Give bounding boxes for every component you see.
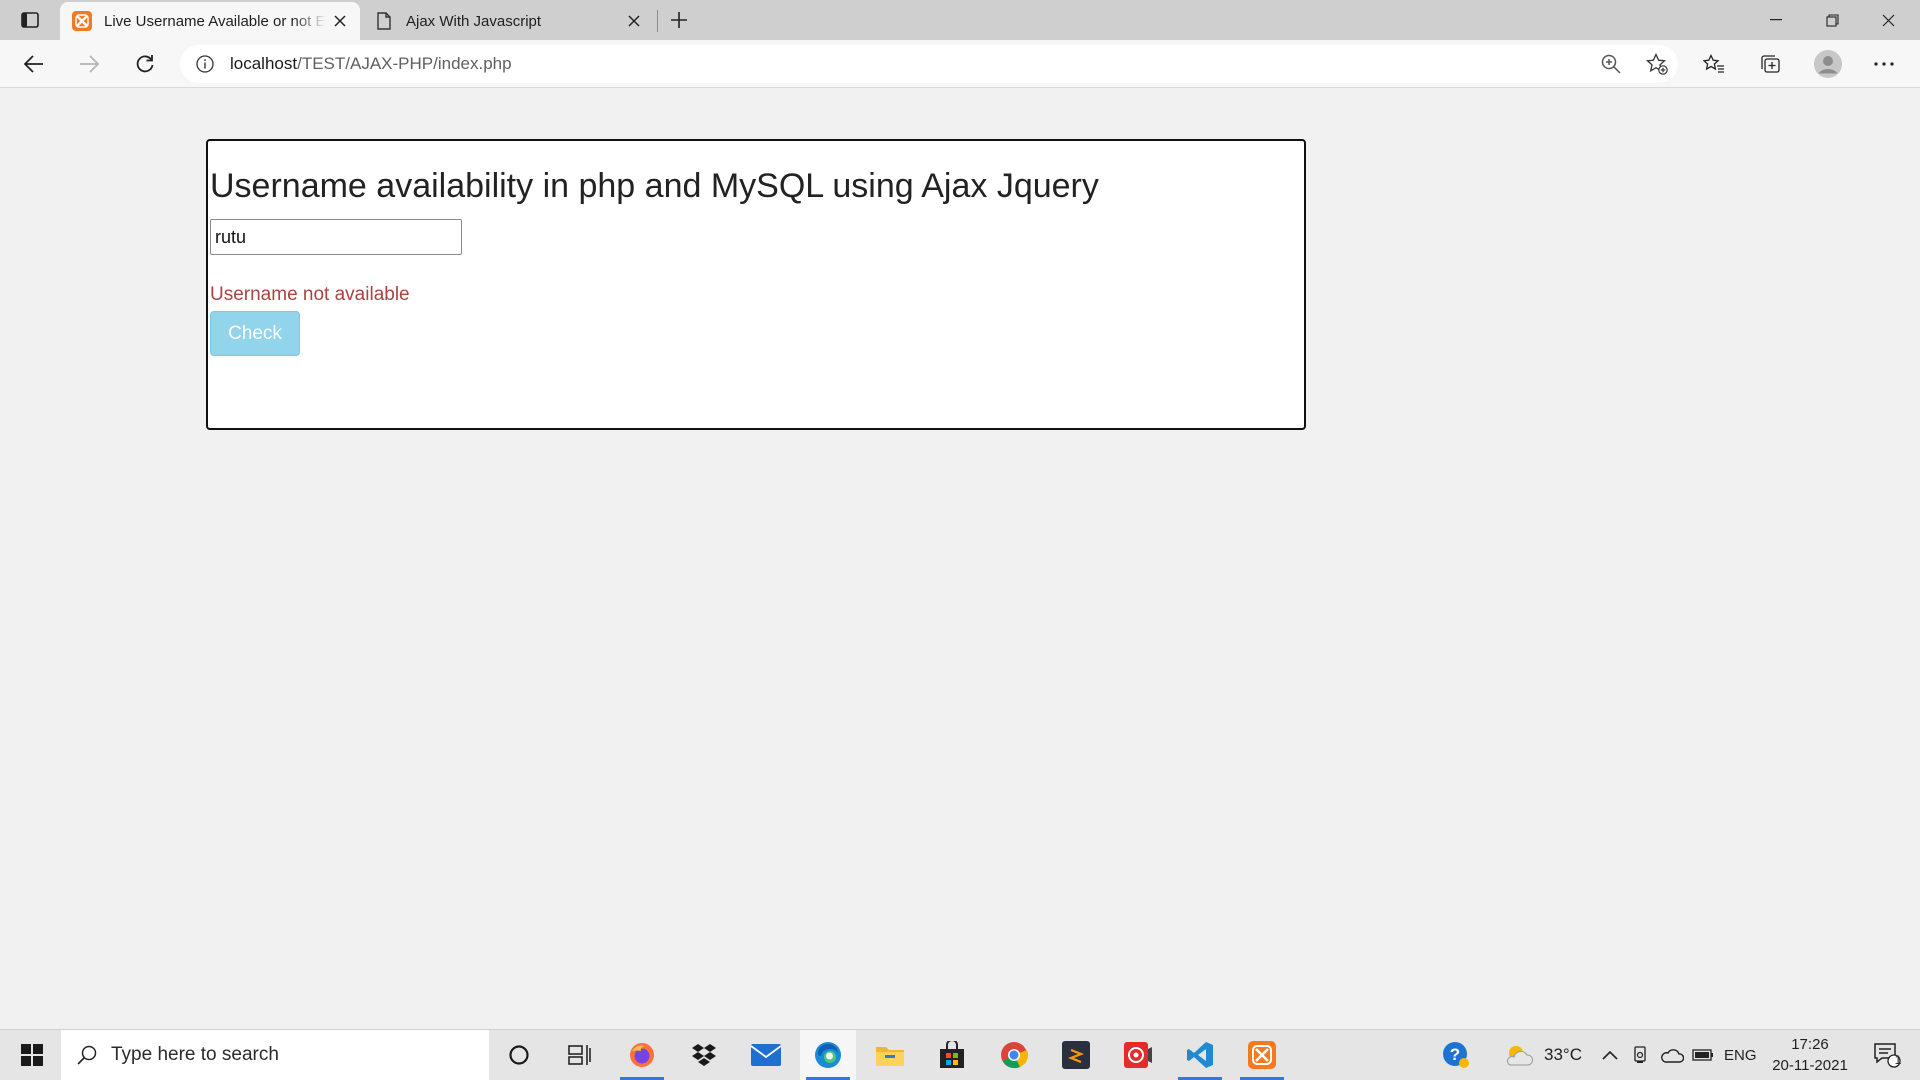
mail-icon[interactable]	[738, 1030, 794, 1080]
page-content: Username availability in php and MySQL u…	[0, 89, 1920, 1029]
restore-icon[interactable]	[1804, 0, 1860, 40]
search-placeholder: Type here to search	[111, 1044, 279, 1065]
sublime-icon[interactable]	[1048, 1030, 1104, 1080]
browser-toolbar: localhost/TEST/AJAX-PHP/index.php	[0, 40, 1920, 88]
forward-arrow-icon[interactable]	[71, 46, 107, 82]
new-tab-icon[interactable]	[664, 6, 694, 34]
address-bar[interactable]: localhost/TEST/AJAX-PHP/index.php	[180, 45, 1678, 83]
favorites-icon[interactable]	[1696, 46, 1732, 82]
availability-status: Username not available	[210, 284, 410, 305]
notification-center-icon[interactable]: 1	[1862, 1030, 1912, 1080]
add-favorite-icon[interactable]	[1640, 51, 1674, 77]
chrome-icon[interactable]	[986, 1030, 1042, 1080]
profile-avatar-icon[interactable]	[1810, 46, 1846, 82]
url-path: /TEST/AJAX-PHP/index.php	[297, 54, 512, 73]
dropbox-icon[interactable]	[676, 1030, 732, 1080]
clock-time: 17:26	[1791, 1036, 1829, 1053]
firefox-icon[interactable]	[614, 1030, 670, 1080]
weather-temp: 33°C	[1544, 1045, 1582, 1064]
page-title: Username availability in php and MySQL u…	[210, 167, 1099, 205]
info-icon[interactable]	[194, 53, 216, 75]
help-icon[interactable]: ?	[1442, 1030, 1470, 1080]
zoom-icon[interactable]	[1594, 51, 1628, 77]
cortana-icon[interactable]	[491, 1030, 547, 1080]
tab-title: Live Username Available or not Exam	[104, 12, 326, 30]
search-icon	[75, 1043, 99, 1067]
store-icon[interactable]	[924, 1030, 980, 1080]
page-icon	[374, 11, 394, 31]
tab-divider	[657, 10, 658, 32]
clock-date: 20-11-2021	[1772, 1057, 1848, 1074]
collections-icon[interactable]	[1752, 46, 1788, 82]
close-tab-icon[interactable]	[620, 7, 648, 35]
chevron-up-icon[interactable]	[1602, 1030, 1618, 1080]
screen-recorder-icon[interactable]	[1110, 1030, 1166, 1080]
close-window-icon[interactable]	[1860, 0, 1916, 40]
tab-title: Ajax With Javascript	[406, 12, 542, 30]
more-menu-icon[interactable]	[1866, 46, 1902, 82]
availability-panel: Username availability in php and MySQL u…	[206, 139, 1306, 430]
check-button[interactable]: Check	[210, 311, 300, 356]
username-input[interactable]	[210, 219, 462, 255]
back-arrow-icon[interactable]	[16, 46, 52, 82]
url-text: localhost/TEST/AJAX-PHP/index.php	[230, 54, 512, 74]
refresh-icon[interactable]	[127, 46, 163, 82]
xampp-icon[interactable]	[1234, 1030, 1290, 1080]
tab-strip: Live Username Available or not Exam Ajax…	[0, 0, 1920, 40]
weather-widget[interactable]: 33°C	[1504, 1030, 1582, 1080]
close-tab-icon[interactable]	[326, 7, 354, 35]
taskbar: Type here to search ? 33°C ENG 17:26 20-…	[0, 1029, 1920, 1080]
language-indicator[interactable]: ENG	[1724, 1030, 1757, 1080]
tab-live-username[interactable]: Live Username Available or not Exam	[60, 2, 360, 40]
xampp-icon	[72, 11, 92, 31]
tab-ajax-javascript[interactable]: Ajax With Javascript	[362, 2, 654, 40]
tab-actions-icon[interactable]	[14, 6, 46, 34]
file-explorer-icon[interactable]	[862, 1030, 918, 1080]
clock[interactable]: 17:26 20-11-2021	[1760, 1034, 1860, 1076]
minimize-icon[interactable]	[1748, 0, 1804, 40]
url-host: localhost	[230, 54, 298, 73]
taskbar-search[interactable]: Type here to search	[61, 1030, 489, 1080]
notification-count: 1	[1894, 1053, 1902, 1067]
edge-icon[interactable]	[800, 1030, 856, 1080]
onedrive-icon[interactable]	[1660, 1030, 1684, 1080]
svg-text:?: ?	[1450, 1045, 1460, 1064]
weather-icon	[1504, 1043, 1534, 1067]
device-icon[interactable]	[1632, 1030, 1648, 1080]
battery-icon[interactable]	[1692, 1030, 1714, 1080]
windows-start-icon[interactable]	[8, 1030, 56, 1080]
vscode-icon[interactable]	[1172, 1030, 1228, 1080]
task-view-icon[interactable]	[552, 1030, 608, 1080]
